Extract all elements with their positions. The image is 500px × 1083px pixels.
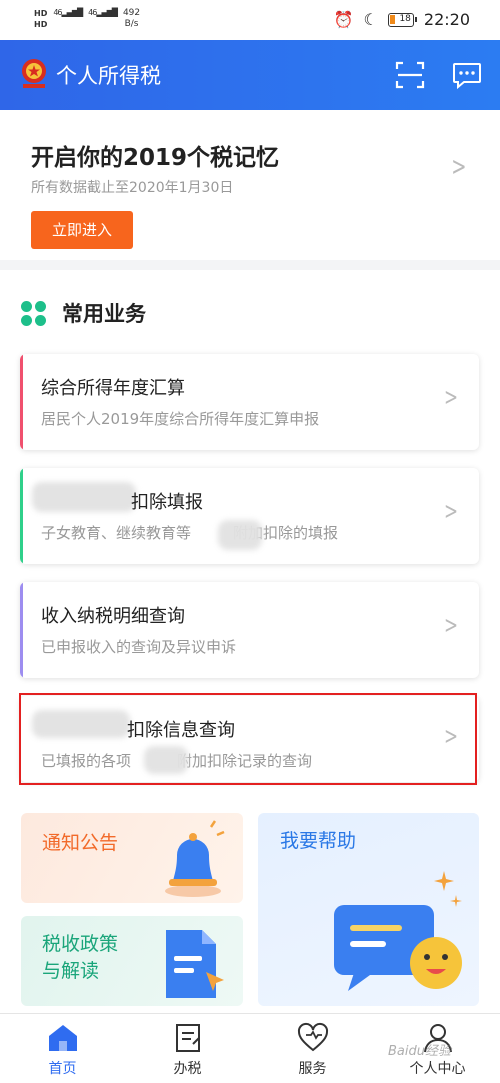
app-title: 个人所得税 [56, 64, 161, 88]
accent-bar [20, 582, 23, 678]
section-title: 常用业务 [62, 302, 146, 326]
service-heart-icon [297, 1022, 329, 1052]
highlight-box [19, 693, 477, 785]
help-tile[interactable]: 我要帮助 [258, 813, 479, 1006]
chevron-right-icon: > [443, 611, 458, 639]
card-title: 收入纳税明细查询 [41, 606, 185, 627]
app-header: 个人所得税 [0, 40, 500, 110]
home-icon [49, 1025, 77, 1051]
accent-bar [20, 354, 23, 450]
accent-bar [20, 468, 23, 564]
annual-settlement-card[interactable]: 综合所得年度汇算 居民个人2019年度综合所得年度汇算申报 > [20, 354, 479, 450]
watermark: Baidu经验 [388, 1044, 451, 1059]
card-desc: 居民个人2019年度综合所得年度汇算申报 [41, 410, 320, 428]
tab-label: 首页 [48, 1061, 77, 1077]
signal-icon: 46▂▄▆█ [88, 8, 118, 17]
clock: 22:20 [423, 10, 470, 29]
tile-label: 税收政策 与解读 [42, 933, 119, 982]
grid-icon [21, 301, 46, 326]
tax-document-icon [176, 1024, 200, 1052]
bell-icon [165, 820, 225, 897]
hd-indicator: HD [34, 20, 48, 29]
notice-tile[interactable]: 通知公告 [21, 813, 243, 903]
status-bar: HD HD 46▂▄▆█ 46▂▄▆█ 492 B/s ⏰ ☾ 18 22:20 [0, 0, 500, 40]
enter-now-button[interactable]: 立即进入 [31, 211, 133, 249]
network-speed: 492 B/s [122, 8, 141, 29]
banner-subtitle: 所有数据截止至2020年1月30日 [31, 180, 234, 196]
status-left: HD HD 46▂▄▆█ 46▂▄▆█ 492 B/s [34, 8, 140, 30]
alarm-icon: ⏰ [333, 10, 354, 29]
chevron-right-icon: > [443, 497, 458, 525]
chat-bubble-icon [334, 871, 462, 991]
scan-icon[interactable] [395, 60, 425, 90]
tile-label: 通知公告 [42, 832, 119, 854]
chevron-right-icon: > [443, 383, 458, 411]
tab-label: 个人中心 [409, 1061, 466, 1077]
banner-title: 开启你的2019个税记忆 [31, 145, 280, 171]
tab-tax[interactable]: 办税 [125, 1014, 250, 1083]
chevron-right-icon: > [451, 152, 467, 182]
deduction-filing-card[interactable]: 扣除填报 子女教育、继续教育等 附加扣除的填报 > [20, 468, 479, 564]
document-icon [166, 930, 224, 998]
redacted-text [32, 482, 136, 512]
tab-home[interactable]: 首页 [0, 1014, 125, 1083]
tab-service[interactable]: 服务 [250, 1014, 375, 1083]
card-desc: 子女教育、继续教育等 附加扣除的填报 [41, 524, 339, 542]
redacted-text [218, 520, 262, 550]
moon-icon: ☾ [363, 10, 378, 29]
battery-icon: 18 [387, 12, 417, 27]
tile-label: 我要帮助 [280, 830, 357, 852]
message-icon[interactable] [452, 60, 482, 90]
tax-memory-banner[interactable]: 开启你的2019个税记忆 所有数据截止至2020年1月30日 立即进入 > [0, 110, 500, 260]
signal-icon: 46▂▄▆█ [53, 8, 83, 17]
card-title: 综合所得年度汇算 [41, 378, 185, 399]
card-desc: 已申报收入的查询及异议申诉 [41, 638, 237, 656]
tax-policy-tile[interactable]: 税收政策 与解读 [21, 916, 243, 1006]
tab-label: 服务 [298, 1061, 327, 1077]
income-tax-detail-card[interactable]: 收入纳税明细查询 已申报收入的查询及异议申诉 > [20, 582, 479, 678]
tab-label: 办税 [173, 1061, 202, 1077]
tax-emblem-icon [22, 59, 46, 88]
card-title: 扣除填报 [131, 492, 203, 513]
status-right: ⏰ ☾ 18 22:20 [334, 10, 470, 29]
hd-indicator: HD [34, 9, 48, 18]
